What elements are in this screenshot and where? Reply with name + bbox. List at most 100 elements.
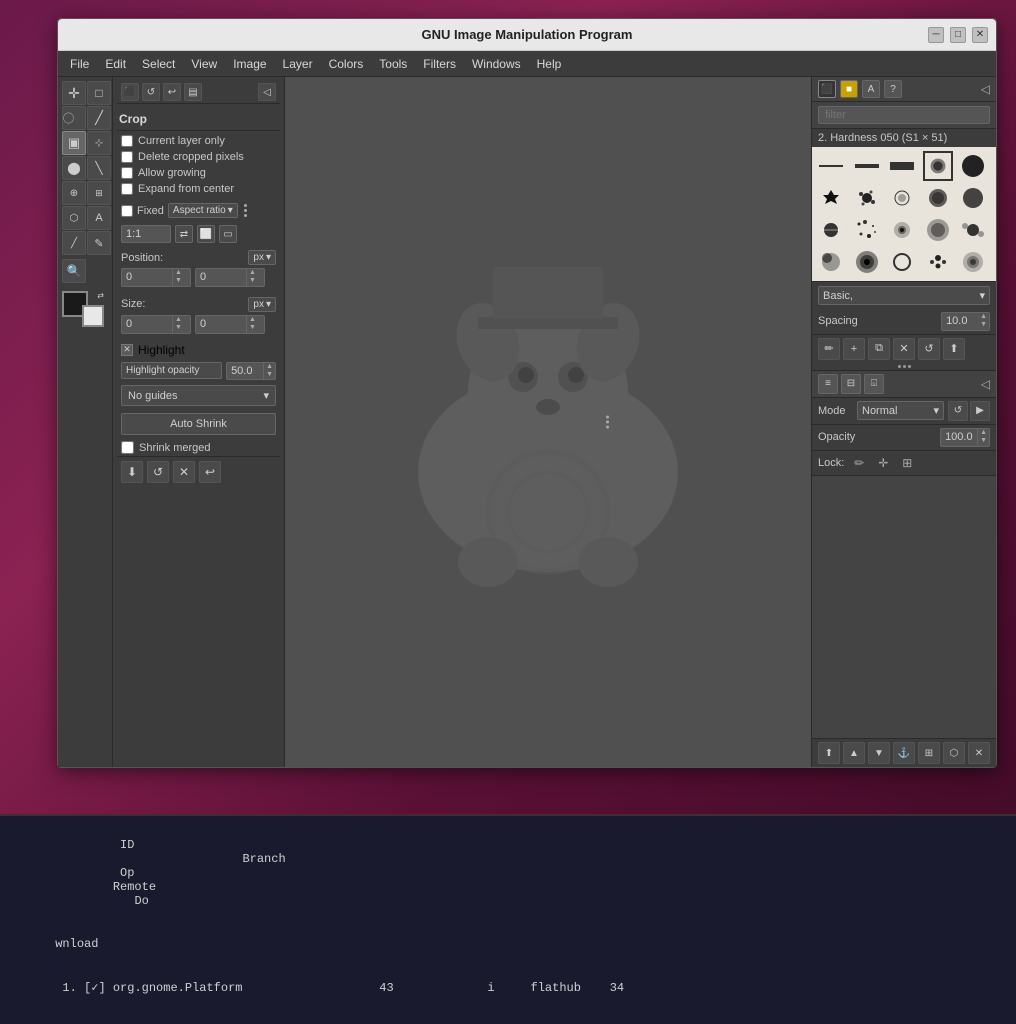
layers-tab-channels[interactable]: ⊟ xyxy=(841,374,861,394)
pos-x-input[interactable] xyxy=(122,269,172,285)
layers-tab-paths[interactable]: ⌺ xyxy=(864,374,884,394)
tool-heal[interactable]: ⊞ xyxy=(87,181,111,205)
close-button[interactable]: ✕ xyxy=(972,27,988,43)
tool-pencil[interactable]: ✎ xyxy=(87,231,111,255)
position-unit-dropdown[interactable]: px ▾ xyxy=(248,250,276,265)
brush-cell-2[interactable] xyxy=(852,151,882,181)
pos-y-input[interactable] xyxy=(196,269,246,285)
reset-options-button[interactable]: ↩ xyxy=(199,461,221,483)
tool-crop[interactable]: ▣ xyxy=(62,131,86,155)
highlight-opacity-down[interactable]: ▼ xyxy=(264,371,275,379)
size-h-up[interactable]: ▲ xyxy=(247,316,258,324)
highlight-opacity-up[interactable]: ▲ xyxy=(264,363,275,371)
brush-cell-15[interactable] xyxy=(958,215,988,245)
layer-down-button[interactable]: ▲ xyxy=(843,742,865,764)
options-icon-reset[interactable]: ↺ xyxy=(142,83,160,101)
menu-image[interactable]: Image xyxy=(225,55,274,73)
mode-next-button[interactable]: ▶ xyxy=(970,401,990,421)
mode-dropdown[interactable]: Normal ▾ xyxy=(857,401,944,420)
tool-perspective[interactable]: ⬡ xyxy=(62,206,86,230)
tool-zoom[interactable]: 🔍 xyxy=(62,259,86,283)
layers-tab-list[interactable]: ≡ xyxy=(818,374,838,394)
no-guides-dropdown[interactable]: No guides ▾ xyxy=(121,385,276,406)
lock-position-icon[interactable]: ✛ xyxy=(874,454,892,472)
fixed-row-menu[interactable] xyxy=(242,202,249,219)
size-h-down[interactable]: ▼ xyxy=(247,324,258,332)
aspect-ratio-dropdown[interactable]: Aspect ratio ▾ xyxy=(168,203,238,218)
brush-cell-12[interactable] xyxy=(852,215,882,245)
pos-y-up[interactable]: ▲ xyxy=(247,269,258,277)
options-icon-layers[interactable]: ▤ xyxy=(184,83,202,101)
current-layer-checkbox[interactable] xyxy=(121,135,133,147)
panel-icon-pattern[interactable]: ⬛ xyxy=(818,80,836,98)
brush-filter-input[interactable] xyxy=(818,106,990,124)
ratio-input[interactable] xyxy=(121,225,171,243)
tool-lasso[interactable]: ⃝ xyxy=(62,106,86,130)
pos-x-down[interactable]: ▼ xyxy=(173,277,184,285)
brush-new-button[interactable]: + xyxy=(843,338,865,360)
layer-anchor-button[interactable]: ⚓ xyxy=(893,742,915,764)
brush-cell-13[interactable] xyxy=(887,215,917,245)
auto-shrink-button[interactable]: Auto Shrink xyxy=(121,413,276,435)
brush-panel-collapse[interactable]: ◁ xyxy=(981,82,990,96)
tool-rect-select[interactable]: □ xyxy=(87,81,111,105)
size-w-up[interactable]: ▲ xyxy=(173,316,184,324)
brush-cell-10[interactable] xyxy=(958,183,988,213)
size-unit-dropdown[interactable]: px ▾ xyxy=(248,297,276,312)
shrink-merged-checkbox[interactable] xyxy=(121,441,134,454)
layers-panel-collapse[interactable]: ◁ xyxy=(981,377,990,391)
brush-cell-3[interactable] xyxy=(887,151,917,181)
tool-flip[interactable]: A xyxy=(87,206,111,230)
menu-filters[interactable]: Filters xyxy=(415,55,464,73)
menu-help[interactable]: Help xyxy=(529,55,570,73)
options-icon-collapse[interactable]: ◁ xyxy=(258,83,276,101)
menu-windows[interactable]: Windows xyxy=(464,55,529,73)
lock-alpha-icon[interactable]: ⊞ xyxy=(898,454,916,472)
options-icon-monitor[interactable]: ⬛ xyxy=(121,83,139,101)
menu-tools[interactable]: Tools xyxy=(371,55,415,73)
canvas-area[interactable] xyxy=(285,77,811,767)
lock-paint-icon[interactable]: ✏ xyxy=(850,454,868,472)
minimize-button[interactable]: ─ xyxy=(928,27,944,43)
ratio-landscape-button[interactable]: ▭ xyxy=(219,225,237,243)
layer-up-button[interactable]: ▼ xyxy=(868,742,890,764)
brush-cell-8[interactable] xyxy=(887,183,917,213)
brush-cell-9[interactable] xyxy=(923,183,953,213)
layer-merge-button[interactable]: ⊞ xyxy=(918,742,940,764)
menu-view[interactable]: View xyxy=(183,55,225,73)
highlight-opacity-dropdown[interactable]: Highlight opacity xyxy=(121,362,222,379)
tool-move[interactable]: ✛ xyxy=(62,81,86,105)
panel-icon-color[interactable]: ■ xyxy=(840,80,858,98)
brush-cell-6[interactable] xyxy=(816,183,846,213)
brush-cell-7[interactable] xyxy=(852,183,882,213)
opacity-layer-up[interactable]: ▲ xyxy=(978,429,989,437)
brush-delete-button[interactable]: ✕ xyxy=(893,338,915,360)
maximize-button[interactable]: □ xyxy=(950,27,966,43)
brush-cell-18[interactable] xyxy=(887,247,917,277)
brush-edit-button[interactable]: ✏ xyxy=(818,338,840,360)
fixed-checkbox[interactable] xyxy=(121,205,133,217)
layer-duplicate-button[interactable]: ⬡ xyxy=(943,742,965,764)
brush-cell-1[interactable] xyxy=(816,151,846,181)
brush-cell-11[interactable] xyxy=(816,215,846,245)
panel-icon-font[interactable]: A xyxy=(862,80,880,98)
opacity-layer-down[interactable]: ▼ xyxy=(978,437,989,445)
brush-export-button[interactable]: ⬆ xyxy=(943,338,965,360)
brush-refresh-button[interactable]: ↺ xyxy=(918,338,940,360)
brush-duplicate-button[interactable]: ⧉ xyxy=(868,338,890,360)
size-w-input[interactable] xyxy=(122,316,172,332)
layer-delete-button[interactable]: ✕ xyxy=(968,742,990,764)
ratio-portrait-button[interactable]: ⬜ xyxy=(197,225,215,243)
brush-panel-ellipsis[interactable] xyxy=(812,363,996,370)
options-icon-back[interactable]: ↩ xyxy=(163,83,181,101)
ratio-swap-button[interactable]: ⇄ xyxy=(175,225,193,243)
save-options-button[interactable]: ⬇ xyxy=(121,461,143,483)
tool-path[interactable]: ╱ xyxy=(87,106,111,130)
restore-defaults-button[interactable]: ↺ xyxy=(147,461,169,483)
highlight-x-btn[interactable]: ✕ xyxy=(121,344,133,356)
size-h-input[interactable] xyxy=(196,316,246,332)
background-color[interactable] xyxy=(82,305,104,327)
menu-file[interactable]: File xyxy=(62,55,97,73)
brush-cell-16[interactable] xyxy=(816,247,846,277)
pos-y-down[interactable]: ▼ xyxy=(247,277,258,285)
